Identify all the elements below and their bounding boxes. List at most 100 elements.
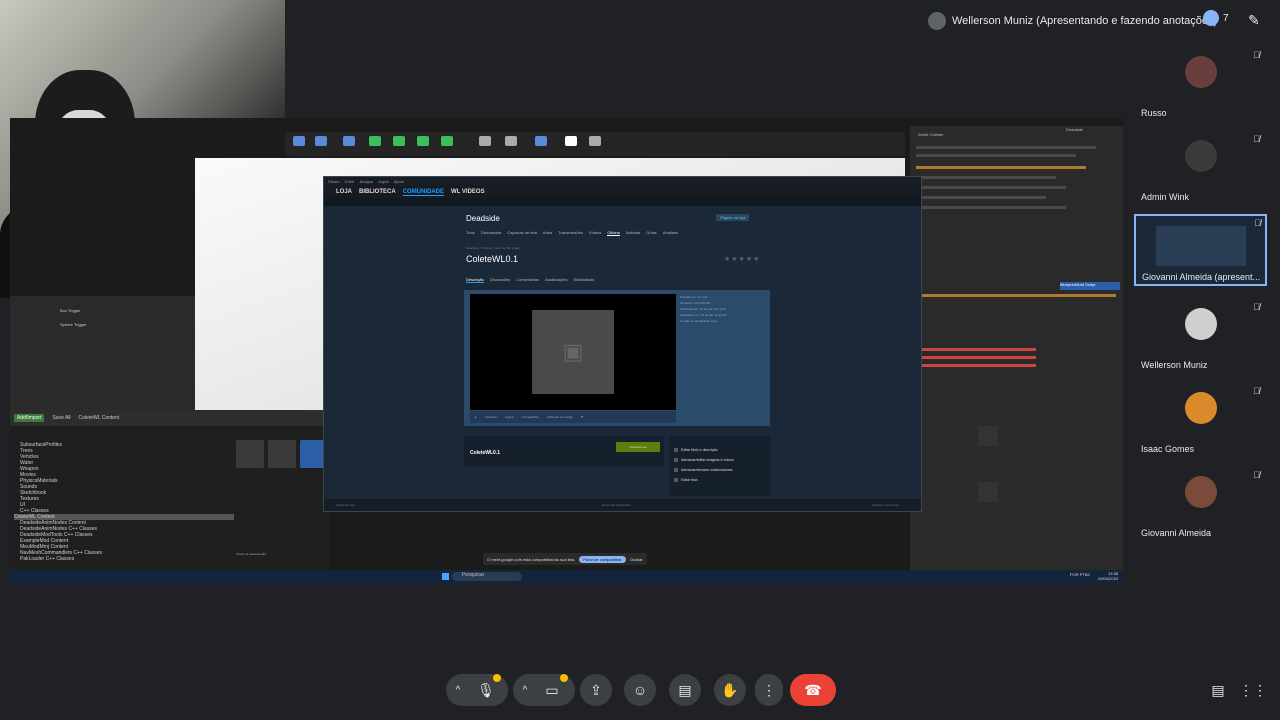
cinematics-icon xyxy=(505,136,517,146)
tab-tudo[interactable]: Tudo xyxy=(466,230,475,236)
seguir-button[interactable]: Seguir xyxy=(505,415,514,419)
tab-descricao[interactable]: Descrição xyxy=(466,277,484,283)
chat-button[interactable]: ▤ xyxy=(1200,670,1236,710)
raise-hand-button[interactable]: ✋ xyxy=(712,670,748,710)
participant-name: Russo xyxy=(1141,108,1167,118)
asset-thumbnail[interactable] xyxy=(268,440,296,468)
outliner-row xyxy=(916,196,1046,199)
tab-capturas[interactable]: Capturas de tela xyxy=(507,230,536,236)
more-options-button[interactable]: ⋮ xyxy=(751,670,787,710)
tab-guias[interactable]: Guias xyxy=(646,230,656,236)
steam-menu-item[interactable]: Ajuda xyxy=(394,179,404,184)
avatar xyxy=(1185,140,1217,172)
presentation-thumbnail xyxy=(1156,226,1246,266)
build-all-icon xyxy=(535,136,547,146)
place-item-box-trigger: Box Trigger xyxy=(60,308,81,313)
emoji-button[interactable]: ☺ xyxy=(622,670,658,710)
tree-item[interactable]: PakLoader C++ Classes xyxy=(20,556,74,562)
captions-button[interactable]: ▤ xyxy=(667,670,703,710)
presenter-avatar xyxy=(928,12,946,30)
owner-control-item[interactable]: Editar título e descrição xyxy=(674,448,718,452)
item-info: Enviado por: dr-mod Tamanho: 104,378 KB … xyxy=(680,294,766,324)
tab-estatisticas[interactable]: Estatísticas xyxy=(574,277,594,283)
item-tabs: Descrição Discussões Comentários Atualiz… xyxy=(466,277,594,283)
flag-icon[interactable]: ⚑ xyxy=(581,415,584,419)
unreal-place-actors-panel: Box Trigger Sphere Trigger xyxy=(10,296,195,414)
nav-biblioteca[interactable]: BIBLIOTECA xyxy=(359,189,396,195)
mic-off-icon: 🎙̸ xyxy=(1253,470,1260,480)
participant-name: Wellerson Muniz xyxy=(1141,360,1208,370)
taskbar-search[interactable]: Pesquisar xyxy=(452,572,522,581)
store-page-button[interactable]: Página na loja xyxy=(716,214,750,221)
participant-name: Isaac Gomes xyxy=(1141,444,1195,454)
annotate-pen-icon[interactable]: ✎ xyxy=(1248,12,1260,29)
transform-row xyxy=(916,348,1036,351)
tab-comentarios[interactable]: Comentários xyxy=(516,277,539,283)
owner-control-label: Editar título e descrição xyxy=(681,448,718,452)
present-screen-button[interactable]: ⇪ xyxy=(578,670,614,710)
windows-start-icon[interactable] xyxy=(442,573,449,580)
tab-oficina[interactable]: Oficina xyxy=(607,230,620,236)
avatar xyxy=(1185,476,1217,508)
tab-transmissoes[interactable]: Transmissões xyxy=(558,230,583,236)
tab-item-discussoes[interactable]: Discussões xyxy=(490,277,510,283)
mic-off-icon: 🎙̸ xyxy=(1253,134,1260,144)
meeting-controls: ^ 🎙 ^ ▭ ⇪ ☺ ▤ ✋ ⋮ ☎ ▤ ⋮⋮ xyxy=(0,670,1280,710)
publish-icon xyxy=(441,136,453,146)
participants-button[interactable]: 7 xyxy=(1203,10,1229,26)
participant-tile[interactable]: 🎙̸ Russo xyxy=(1133,44,1268,122)
compartilhar-button[interactable]: Compartilhar xyxy=(522,415,539,419)
nav-comunidade[interactable]: COMUNIDADE xyxy=(402,189,445,196)
breadcrumb[interactable]: Deadside > Oficina > Itens de WL Videos xyxy=(466,246,521,250)
marketplace-icon xyxy=(315,136,327,146)
activities-button[interactable]: ⋮⋮ xyxy=(1235,670,1271,710)
level-title: Deadside xyxy=(1066,127,1083,132)
owner-control-item[interactable]: Adicionar/remover colaboradores xyxy=(674,468,733,472)
content-browser-toolbar: Add/Import Save All ColeteWL Content xyxy=(10,410,330,426)
participant-tile[interactable]: 🎙̸ Admin Wink xyxy=(1133,128,1268,206)
tab-atualizacoes[interactable]: Atualizações xyxy=(545,277,568,283)
manage-downloads-button[interactable]: Gerenciar downloads xyxy=(602,503,630,507)
friends-chat-button[interactable]: Amigos e conversas xyxy=(872,503,899,507)
media-preview[interactable]: ▣ xyxy=(470,294,676,410)
media-toolbar: ▲ Favoritar Seguir Compartilhar Adiciona… xyxy=(470,411,676,423)
adicionar-colecao-button[interactable]: Adicionar à coleção xyxy=(547,415,573,419)
mic-off-icon: 🎙̸ xyxy=(1253,50,1260,60)
asset-thumbnail[interactable] xyxy=(236,440,264,468)
tab-noticias[interactable]: Notícias xyxy=(626,230,640,236)
details-row-selected xyxy=(916,294,1116,297)
taskbar-clock: 13:38 29/04/2024 xyxy=(1098,571,1118,581)
add-import-button[interactable]: Add/Import xyxy=(14,414,45,422)
tab-videos[interactable]: Vídeos xyxy=(589,230,601,236)
participant-tile[interactable]: 🎙̸ Isaac Gomes xyxy=(1133,380,1268,458)
blueprint-add-script-button[interactable]: Blueprint/Add Script xyxy=(1060,282,1120,290)
cook-icon xyxy=(369,136,381,146)
tab-artes[interactable]: Artes xyxy=(543,230,552,236)
end-call-button[interactable]: ☎ xyxy=(790,674,836,706)
mic-off-icon: 🎙̸ xyxy=(1254,218,1261,228)
screen-share-notice: O meet.google.com está compartilhando su… xyxy=(483,553,647,565)
participant-tile-presenting[interactable]: 🎙̸ Giovanni Almeida (apresent... xyxy=(1134,214,1267,286)
steam-menu-item[interactable]: Jogos xyxy=(378,179,389,184)
steam-url-bar xyxy=(324,198,921,206)
content-browser: Add/Import Save All ColeteWL Content Sub… xyxy=(10,410,330,570)
participant-tile[interactable]: 🎙̸ Wellerson Muniz xyxy=(1133,296,1268,374)
favoritar-button[interactable]: Favoritar xyxy=(485,415,497,419)
hide-button[interactable]: Ocultar xyxy=(630,557,643,562)
owner-control-item[interactable]: Editar tiras xyxy=(674,478,698,482)
tab-analises[interactable]: Análises xyxy=(663,230,678,236)
steam-menu-item[interactable]: Steam xyxy=(328,179,340,184)
tab-discussoes[interactable]: Discussões xyxy=(481,230,501,236)
nav-loja[interactable]: LOJA xyxy=(336,189,352,195)
info-line[interactable]: 1 notas de atualização (ver) xyxy=(680,318,766,324)
save-all-button[interactable]: Save All xyxy=(52,415,70,421)
steam-menu-item[interactable]: Exibir xyxy=(345,179,355,184)
nav-wl-videos[interactable]: WL VIDEOS xyxy=(451,189,485,195)
participant-tile[interactable]: 🎙̸ Giovanni Almeida xyxy=(1133,464,1268,542)
stop-sharing-button[interactable]: Parar de compartilhar xyxy=(579,555,626,563)
steam-menu-item[interactable]: Amigos xyxy=(360,179,373,184)
add-game-button[interactable]: Adicionar jogo xyxy=(336,503,355,507)
thumbs-up-icon[interactable]: ▲ xyxy=(474,415,477,419)
subscribe-button[interactable]: Inscrever-se xyxy=(616,442,660,452)
owner-control-item[interactable]: Adicionar/editar imagens e vídeos xyxy=(674,458,734,462)
